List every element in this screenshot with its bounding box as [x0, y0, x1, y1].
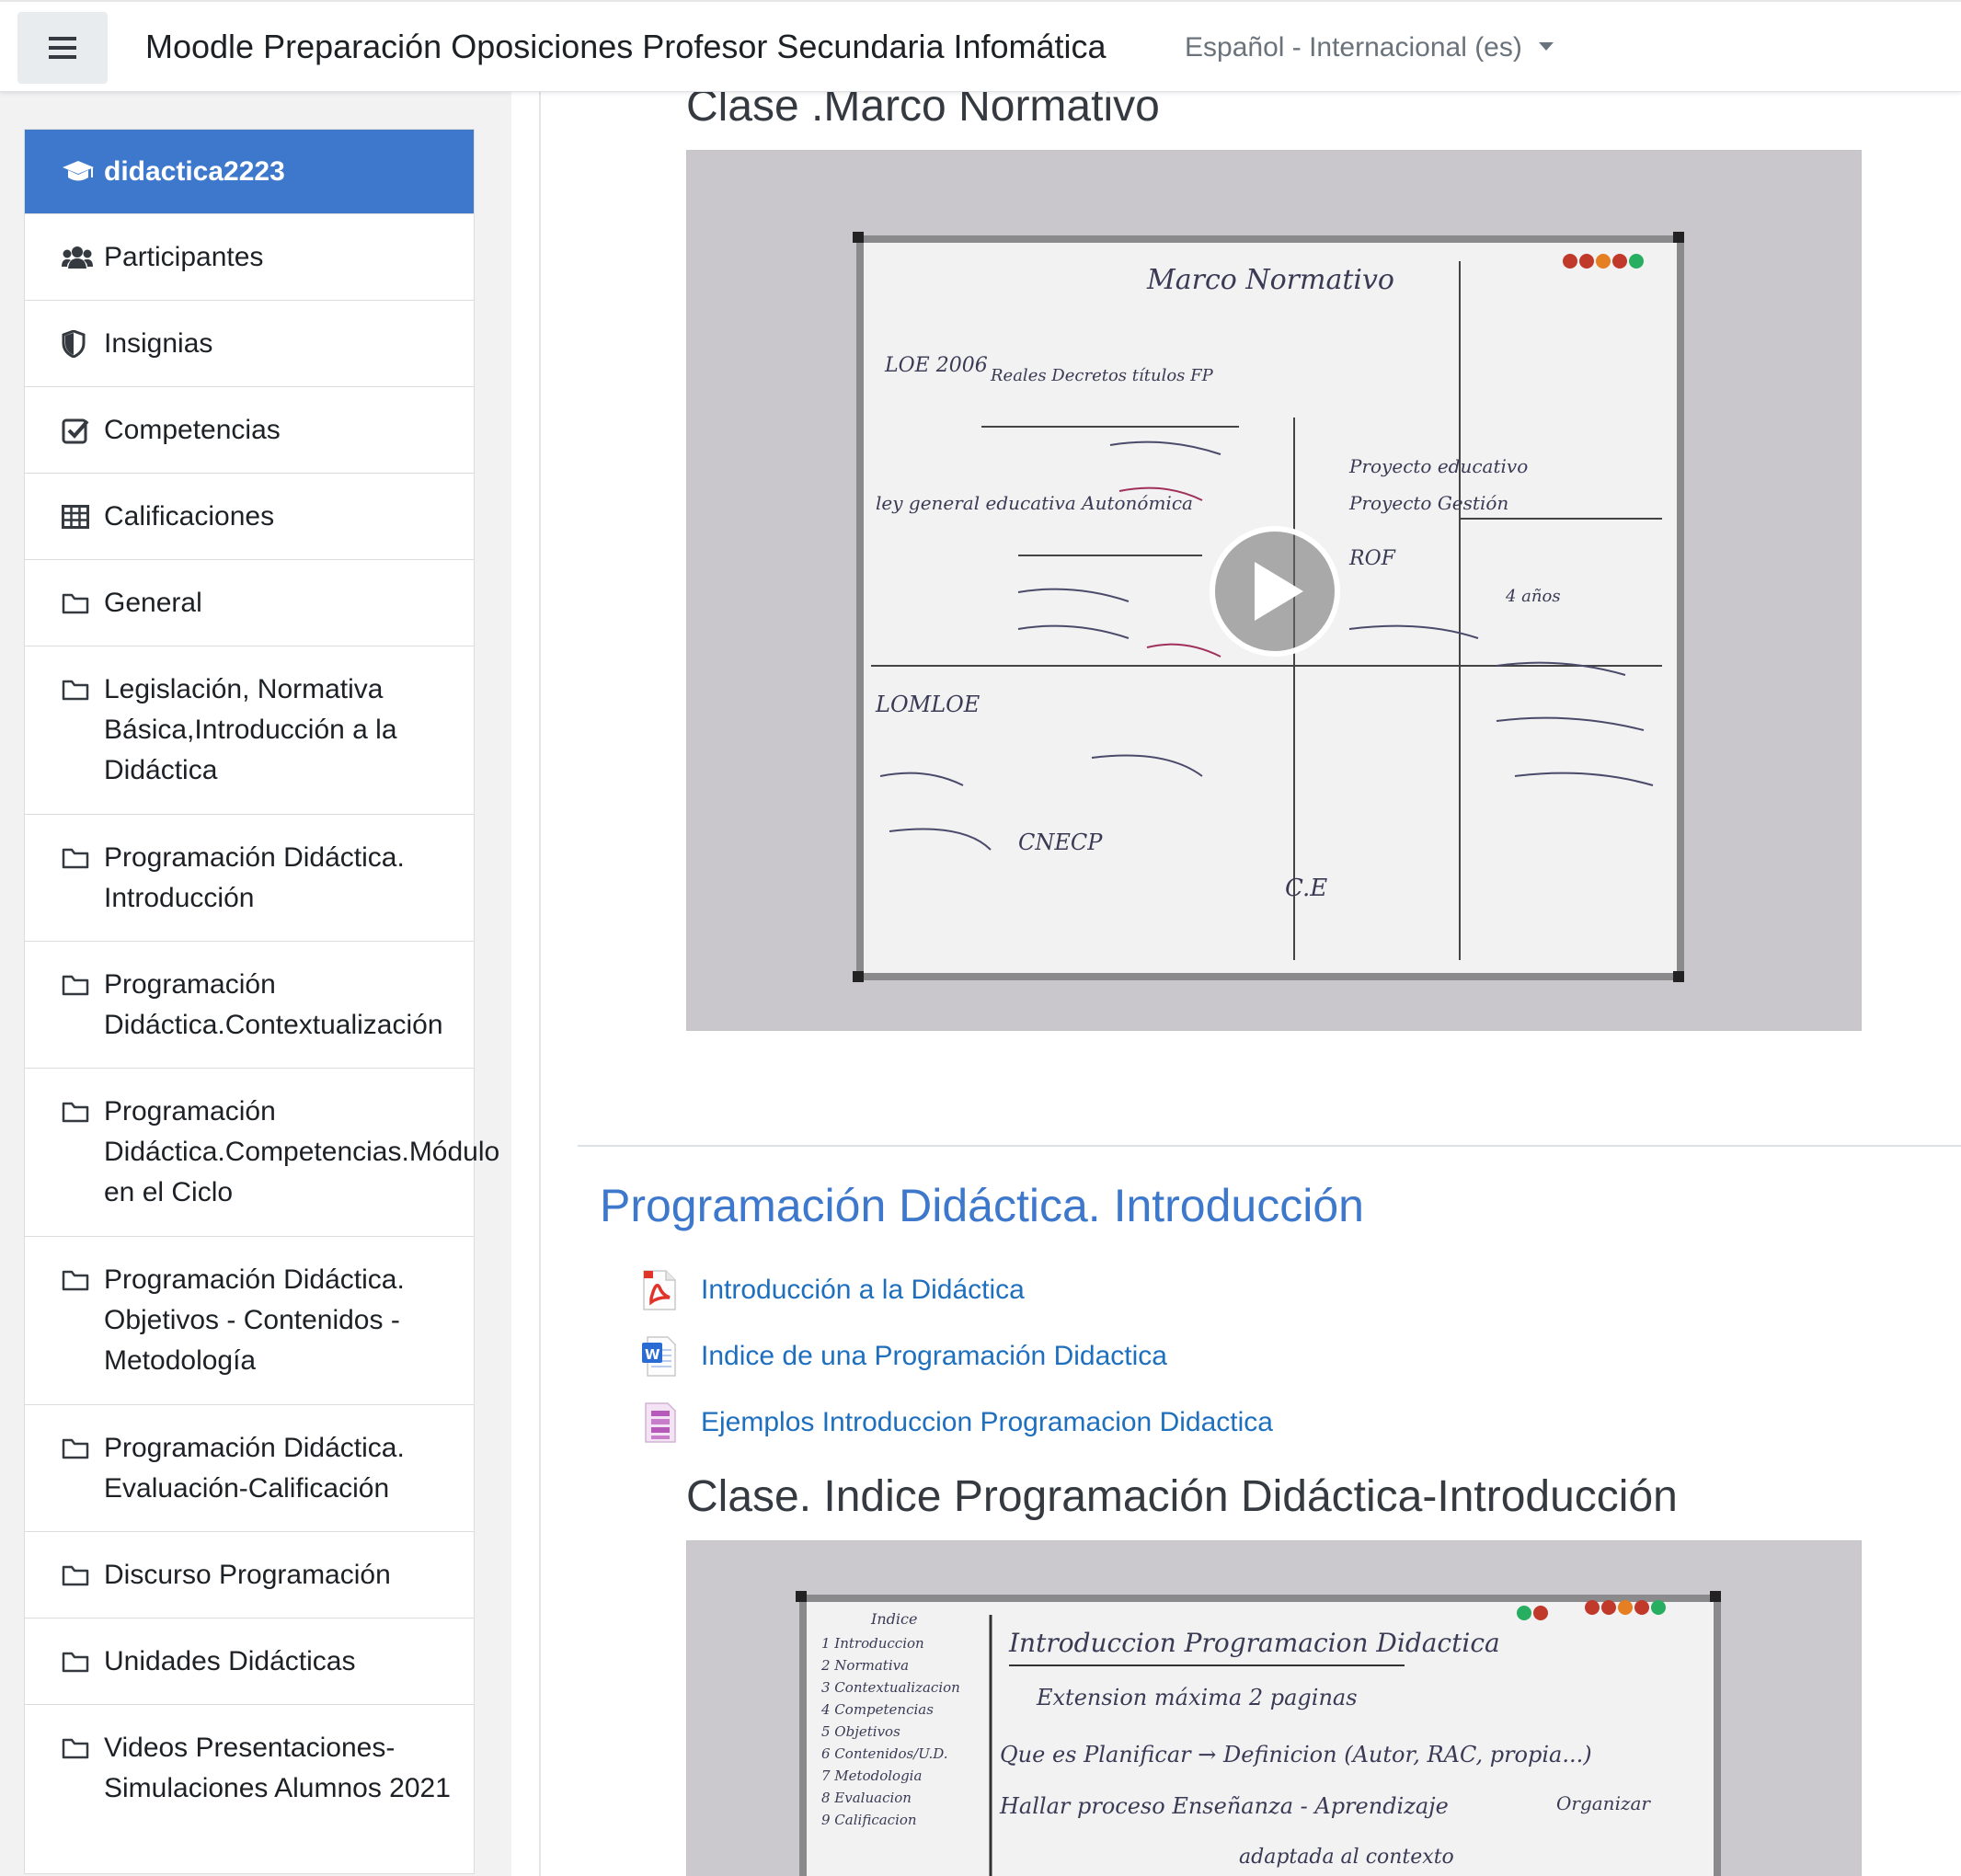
sidebar-item-label: Programación Didáctica. Introducción: [104, 842, 405, 913]
board-note: Que es Planificar → Definicion (Autor, R…: [1000, 1742, 1592, 1767]
word-doc-icon: W: [640, 1335, 679, 1378]
board-index-item: Indice: [870, 1610, 917, 1628]
sidebar-item-course-home[interactable]: didactica2223: [25, 130, 474, 214]
board-note: Proyecto Gestión: [1348, 492, 1508, 514]
board-note: ROF: [1348, 547, 1396, 570]
sidebar-item-calificaciones[interactable]: Calificaciones: [25, 474, 474, 560]
sidebar-item-label: Programación Didáctica.Competencias.Módu…: [104, 1096, 500, 1207]
sidebar-item-label: Programación Didáctica.Contextualización: [104, 969, 443, 1040]
board-note: adaptada al contexto: [1239, 1846, 1454, 1869]
board-note: CNECP: [1018, 829, 1103, 855]
play-icon[interactable]: [1210, 526, 1340, 657]
board-index-item: 2 Normativa: [820, 1657, 909, 1674]
folder-icon: [62, 838, 104, 878]
sidebar-item-unidades[interactable]: Unidades Didácticas: [25, 1619, 474, 1705]
board-note: 4 años: [1505, 587, 1561, 606]
chevron-down-icon: [1538, 41, 1554, 51]
board-note: LOE 2006: [884, 354, 988, 377]
shield-icon: [62, 324, 104, 364]
activity-link[interactable]: Introducción a la Didáctica: [701, 1275, 1025, 1306]
activity-item[interactable]: Introducción a la Didáctica: [640, 1269, 1025, 1311]
activity-item[interactable]: W Indice de una Programación Didactica: [640, 1335, 1167, 1378]
folder-icon: [62, 1642, 104, 1682]
sidebar-item-programacion-objetivos[interactable]: Programación Didáctica. Objetivos - Cont…: [25, 1237, 474, 1405]
sidebar-item-label: General: [104, 587, 202, 618]
top-navbar: Moodle Preparación Oposiciones Profesor …: [0, 0, 1961, 92]
site-title[interactable]: Moodle Preparación Oposiciones Profesor …: [145, 28, 1107, 66]
sidebar-item-competencias[interactable]: Competencias: [25, 387, 474, 474]
sidebar-item-label: Legislación, Normativa Básica,Introducci…: [104, 674, 397, 785]
graduation-cap-icon: [62, 152, 104, 192]
sidebar-item-insignias[interactable]: Insignias: [25, 301, 474, 387]
sidebar-item-programacion-introduccion[interactable]: Programación Didáctica. Introducción: [25, 815, 474, 942]
drawer-divider: [539, 92, 541, 1876]
folder-icon: [62, 1092, 104, 1132]
sidebar-item-label: Calificaciones: [104, 500, 275, 532]
board-note: Reales Decretos títulos FP: [990, 366, 1214, 385]
language-selector[interactable]: Español - Internacional (es): [1185, 32, 1554, 63]
activity-item[interactable]: Ejemplos Introduccion Programacion Didac…: [640, 1401, 1273, 1444]
activity-link[interactable]: Indice de una Programación Didactica: [701, 1341, 1167, 1372]
language-label: Español - Internacional (es): [1185, 32, 1522, 63]
folder-icon: [62, 1428, 104, 1469]
sidebar-item-label: Programación Didáctica. Evaluación-Calif…: [104, 1433, 405, 1504]
folder-icon: [62, 1555, 104, 1596]
activity-link[interactable]: Ejemplos Introduccion Programacion Didac…: [701, 1407, 1273, 1438]
board-heading: Introduccion Programacion Didactica: [1008, 1628, 1500, 1658]
board-note: Extension máxima 2 paginas: [1036, 1685, 1358, 1710]
users-icon: [62, 237, 104, 278]
nav-drawer: didactica2223 Participantes Insignias Co…: [0, 92, 511, 1876]
folder-icon: [62, 1728, 104, 1768]
board-index-item: 5 Objetivos: [821, 1723, 900, 1740]
sidebar-item-programacion-evaluacion[interactable]: Programación Didáctica. Evaluación-Calif…: [25, 1405, 474, 1532]
folder-icon: [62, 1260, 104, 1300]
sidebar-item-discurso[interactable]: Discurso Programación: [25, 1532, 474, 1619]
svg-text:W: W: [645, 1346, 660, 1363]
board-index-item: 1 Introduccion: [821, 1635, 924, 1652]
sidebar-item-videos[interactable]: Videos Presentaciones- Simulaciones Alum…: [25, 1705, 474, 1873]
course-nav-list: didactica2223 Participantes Insignias Co…: [24, 129, 499, 1874]
folder-icon: [62, 583, 104, 623]
video-player[interactable]: Marco Normativo LOE 2006 Reales Decretos…: [686, 150, 1862, 1031]
sidebar-item-label: Insignias: [104, 327, 213, 359]
board-note: ley general educativa Autonómica: [876, 492, 1193, 514]
sidebar-item-label: Participantes: [104, 241, 264, 272]
board-note: Proyecto educativo: [1348, 455, 1528, 477]
board-index-item: 6 Contenidos/U.D.: [821, 1745, 948, 1762]
board-index-item: 4 Competencias: [820, 1701, 934, 1718]
board-note: Organizar: [1556, 1792, 1651, 1814]
video-player[interactable]: Indice 1 Introduccion 2 Normativa 3 Cont…: [686, 1540, 1862, 1876]
board-index-item: 9 Calificacion: [821, 1812, 917, 1828]
hamburger-icon[interactable]: [17, 12, 108, 84]
table-icon: [62, 497, 104, 537]
section-separator: [578, 1145, 1961, 1147]
pdf-icon: [640, 1269, 679, 1311]
video-title: Clase. Indice Programación Didáctica-Int…: [686, 1472, 1678, 1521]
board-index-item: 8 Evaluacion: [821, 1790, 912, 1806]
board-note: C.E: [1285, 875, 1327, 902]
sidebar-item-participantes[interactable]: Participantes: [25, 214, 474, 301]
folder-icon: [62, 669, 104, 710]
board-heading: Marco Normativo: [1146, 264, 1394, 296]
folder-icon: [62, 965, 104, 1005]
board-index-item: 3 Contextualizacion: [821, 1679, 960, 1696]
checkbox-icon: [62, 410, 104, 451]
sidebar-item-label: Videos Presentaciones- Simulaciones Alum…: [104, 1733, 451, 1803]
board-note: LOMLOE: [875, 692, 980, 717]
archive-icon: [640, 1401, 679, 1444]
board-index-item: 7 Metodologia: [821, 1767, 922, 1784]
sidebar-item-label: Discurso Programación: [104, 1559, 391, 1590]
sidebar-item-legislacion[interactable]: Legislación, Normativa Básica,Introducci…: [25, 646, 474, 815]
sidebar-item-label: Unidades Didácticas: [104, 1645, 356, 1676]
sidebar-item-label: didactica2223: [104, 155, 285, 187]
sidebar-item-label: Competencias: [104, 414, 281, 445]
sidebar-item-programacion-competencias[interactable]: Programación Didáctica.Competencias.Módu…: [25, 1069, 499, 1237]
board-note: Hallar proceso Enseñanza - Aprendizaje: [999, 1793, 1449, 1819]
sidebar-item-label: Programación Didáctica. Objetivos - Cont…: [104, 1264, 405, 1376]
section-title[interactable]: Programación Didáctica. Introducción: [600, 1179, 1364, 1232]
sidebar-item-general[interactable]: General: [25, 560, 474, 646]
sidebar-item-programacion-contextualizacion[interactable]: Programación Didáctica.Contextualización: [25, 942, 474, 1069]
